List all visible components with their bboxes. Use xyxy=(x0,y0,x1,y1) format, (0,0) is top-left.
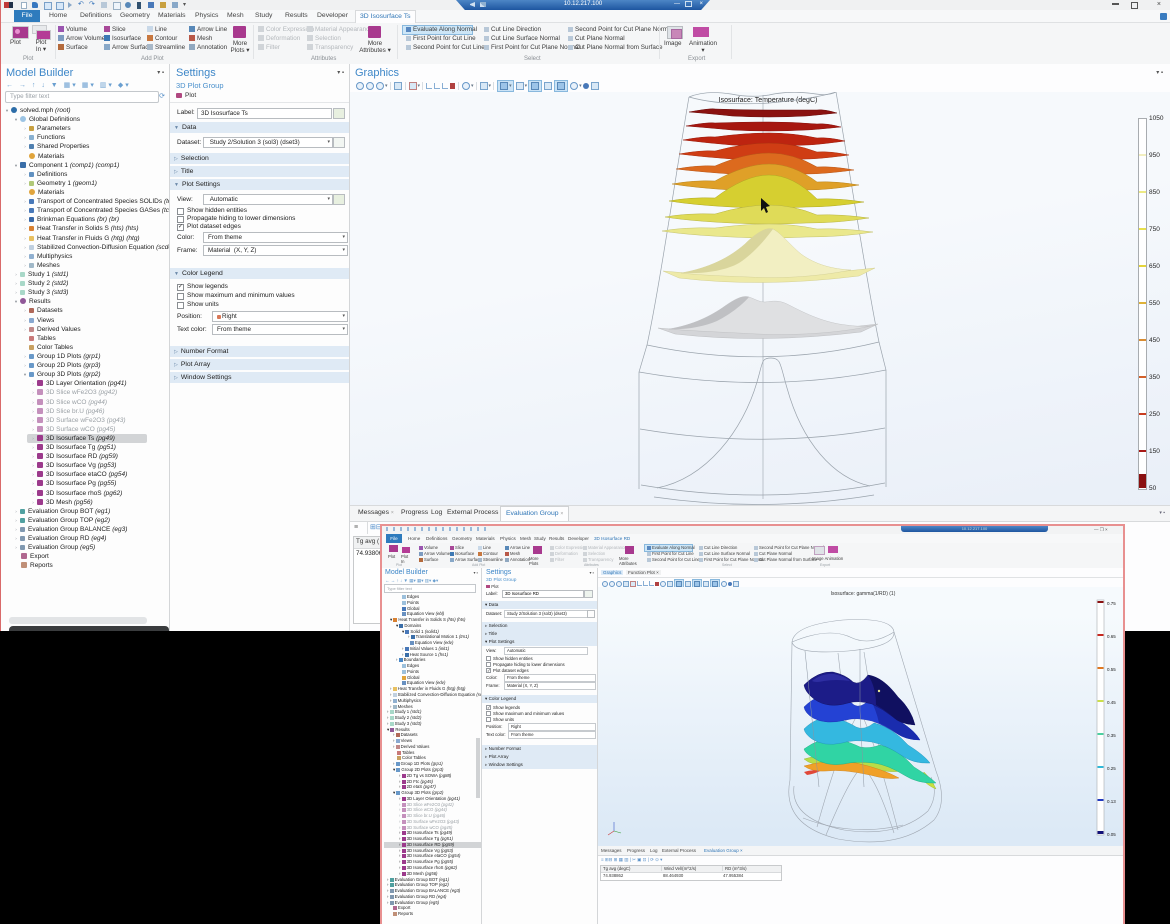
svg-text:0.25: 0.25 xyxy=(1107,766,1116,771)
svg-text:0.45: 0.45 xyxy=(1107,700,1116,705)
svg-text:0.65: 0.65 xyxy=(1107,634,1116,639)
svg-text:Isosurface: gamma(1/RD) (1): Isosurface: gamma(1/RD) (1) xyxy=(831,591,896,597)
svg-text:0.13: 0.13 xyxy=(1107,799,1116,804)
svg-text:0.55: 0.55 xyxy=(1107,667,1116,672)
svg-text:0.05: 0.05 xyxy=(1107,832,1116,837)
svg-text:0.35: 0.35 xyxy=(1107,733,1116,738)
svg-text:0.75: 0.75 xyxy=(1107,601,1116,606)
